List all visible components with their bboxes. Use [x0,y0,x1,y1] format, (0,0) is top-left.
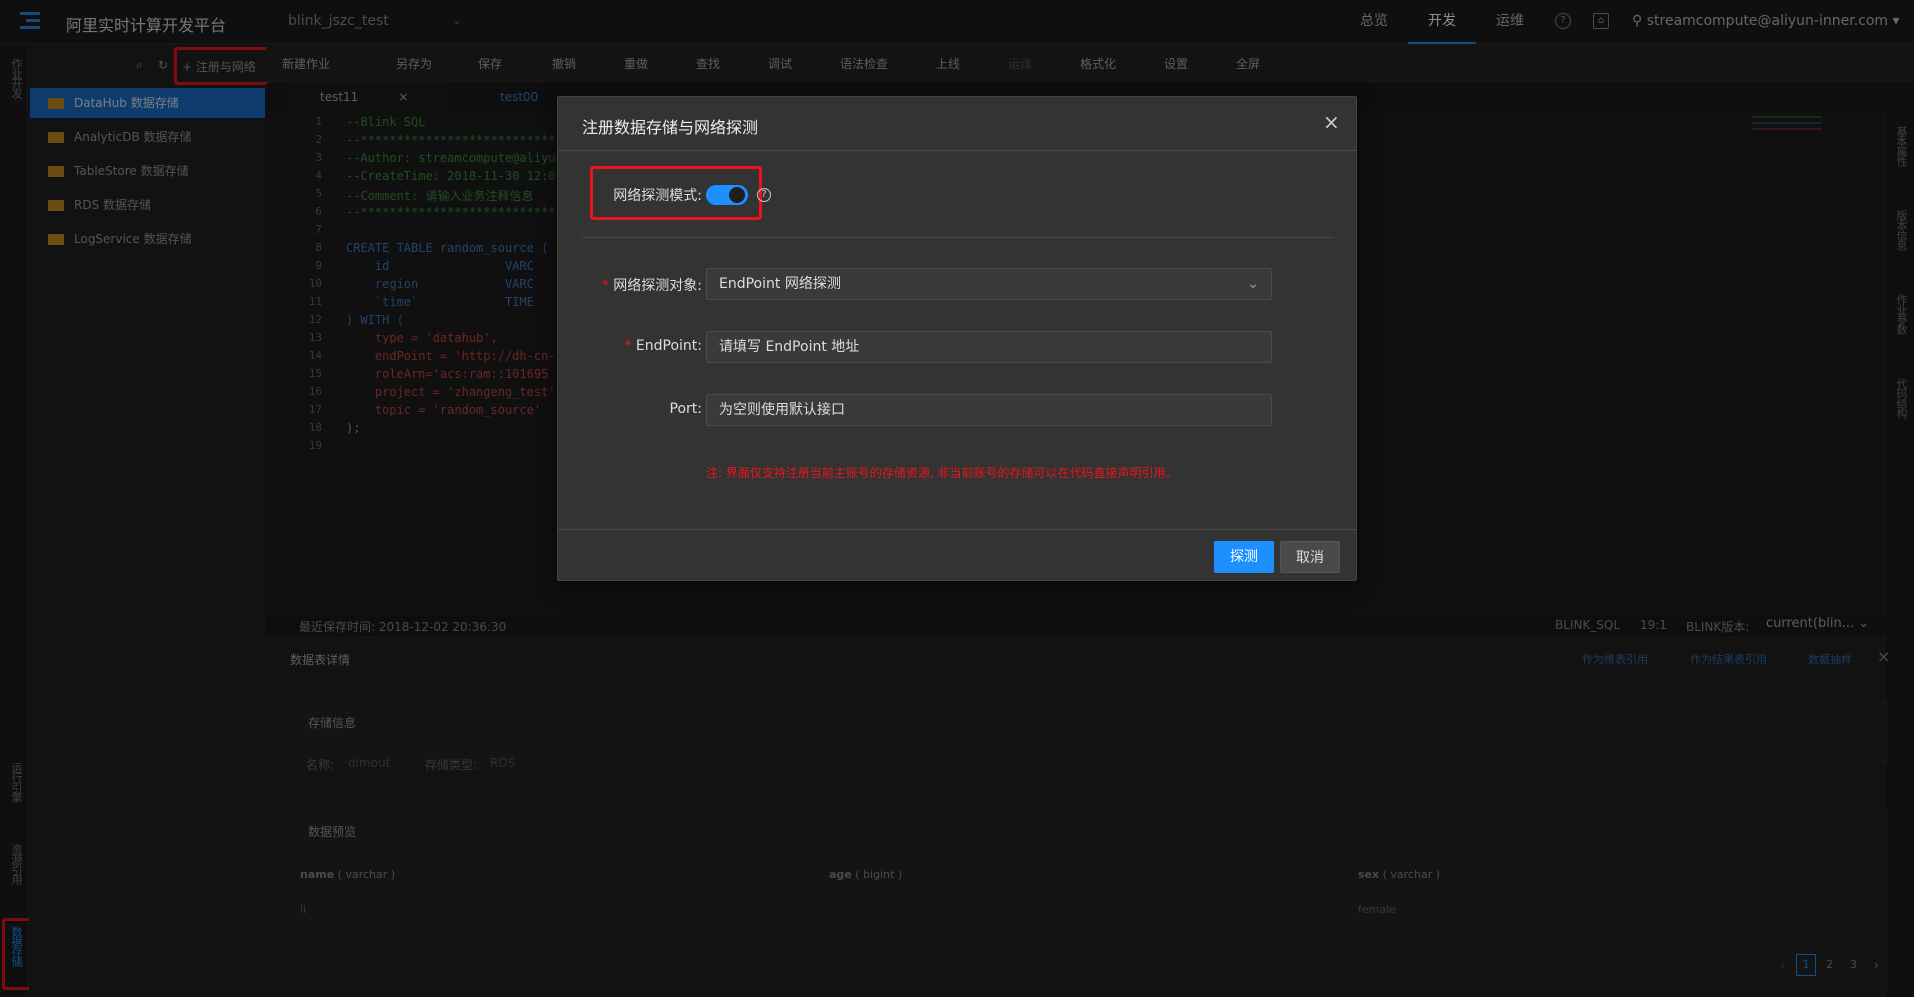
endpoint-label: * EndPoint: [552,338,702,354]
divider [582,237,1334,238]
probe-target-select[interactable]: EndPoint 网络探测 ⌄ [706,268,1272,300]
close-icon[interactable]: × [1323,110,1340,134]
cancel-button[interactable]: 取消 [1280,541,1340,573]
required-mark: * [601,278,614,294]
probe-button[interactable]: 探测 [1214,541,1274,573]
register-modal: 注册数据存储与网络探测 × 网络探测模式: ? * 网络探测对象: EndPoi… [557,96,1357,581]
target-label: * 网络探测对象: [552,275,702,295]
chevron-down-icon: ⌄ [1247,276,1259,292]
required-mark: * [624,338,636,354]
endpoint-input[interactable]: 请填写 EndPoint 地址 [706,331,1272,363]
probe-target-value: EndPoint 网络探测 [719,276,841,292]
network-probe-toggle[interactable] [706,185,748,205]
modal-title: 注册数据存储与网络探测 [582,118,759,137]
divider [558,150,1356,151]
toggle-knob [729,187,745,203]
port-input[interactable]: 为空则使用默认接口 [706,394,1272,426]
port-label: Port: [669,401,702,417]
help-icon[interactable]: ? [757,188,771,202]
endpoint-label-text: EndPoint: [635,338,702,354]
divider [558,529,1356,530]
target-label-text: 网络探测对象: [613,278,702,294]
register-note: 注: 界面仅支持注册当前主账号的存储资源, 非当前账号的存储可以在代码直接声明引… [706,466,1178,480]
mode-label: 网络探测模式: [613,188,702,204]
